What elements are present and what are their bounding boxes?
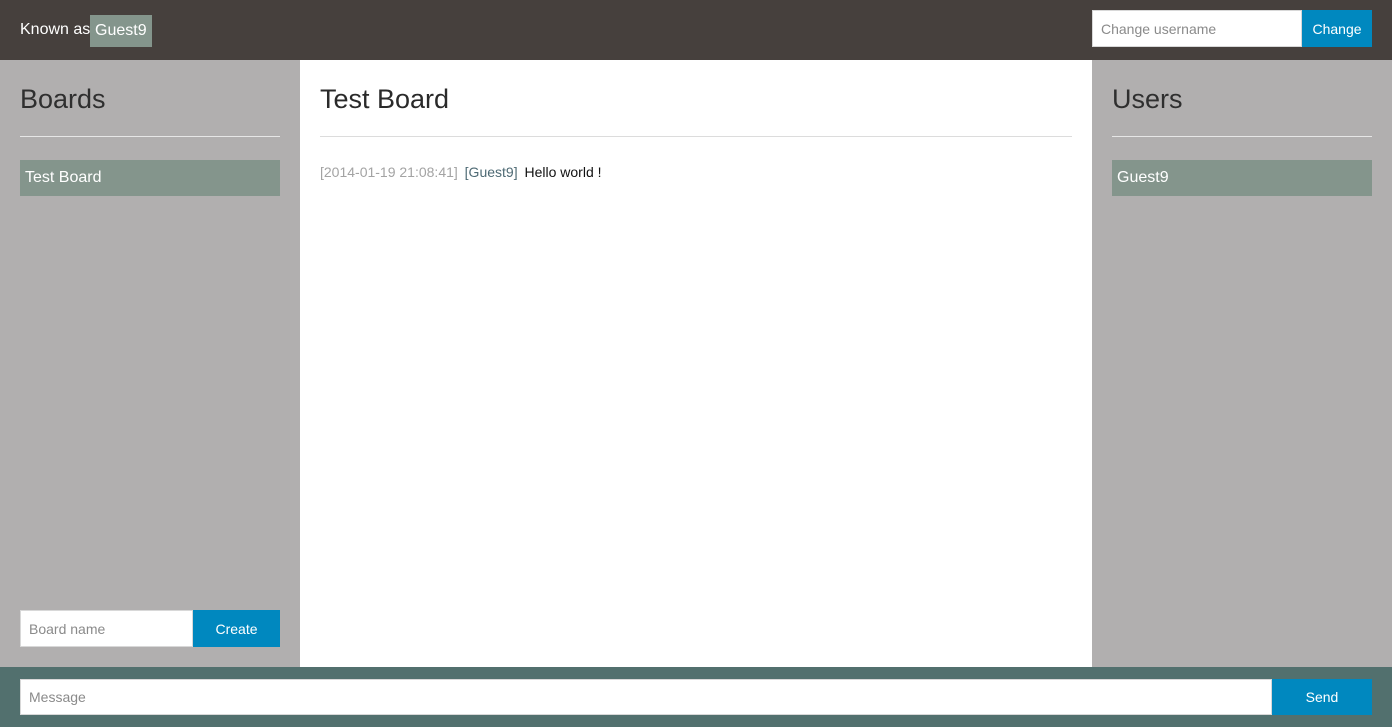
user-item-guest9[interactable]: Guest9 [1112,160,1372,196]
users-panel: Users Guest9 [1092,60,1392,667]
send-button[interactable]: Send [1272,679,1372,715]
chat-app: Known as : Guest9 Change Boards Test Boa… [0,0,1392,727]
boards-divider [20,136,280,137]
message-text: Hello world ! [524,164,602,180]
current-username-badge: Guest9 [90,15,152,47]
board-divider [320,136,1072,137]
known-as-label: Known as : [20,21,100,38]
boards-title: Boards [20,84,106,114]
message-composer: Send [0,667,1392,727]
change-username-input[interactable] [1092,10,1302,47]
boards-panel: Boards Test Board Create [0,60,300,667]
message-user: [Guest9] [464,164,518,180]
change-username-button[interactable]: Change [1302,10,1372,47]
create-board-button[interactable]: Create [193,610,280,647]
board-view: Test Board [2014-01-19 21:08:41] [Guest9… [300,60,1092,667]
board-name-input[interactable] [20,610,193,647]
board-title: Test Board [320,84,450,114]
message-item: [2014-01-19 21:08:41] [Guest9] Hello wor… [320,162,602,182]
message-timestamp: [2014-01-19 21:08:41] [320,164,458,180]
users-title: Users [1112,84,1183,114]
top-bar: Known as : Guest9 Change [0,0,1392,60]
board-item-test-board[interactable]: Test Board [20,160,280,196]
users-divider [1112,136,1372,137]
message-input[interactable] [20,679,1272,715]
